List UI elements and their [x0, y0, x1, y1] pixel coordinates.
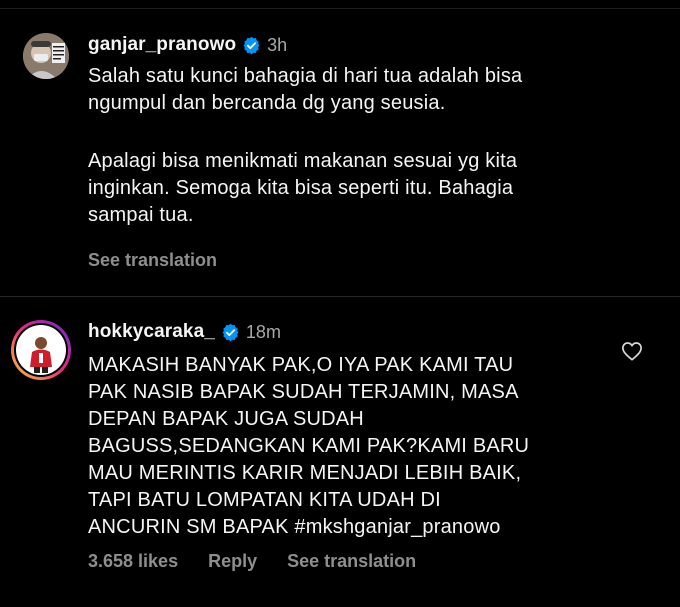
avatar-hokky[interactable] [10, 319, 72, 381]
likes-count[interactable]: 3.658 likes [88, 551, 178, 572]
comment-ganjar: ganjar_pranowo 3h Salah satu kunci bahag… [0, 0, 680, 296]
comment-line: TAPI BATU LOMPATAN KITA UDAH DI [88, 489, 441, 511]
comment-line: ngumpul dan bercanda dg yang seusia. [88, 92, 446, 114]
reply-button[interactable]: Reply [208, 551, 257, 572]
comment-hokky: hokkycaraka_ 18m MAKASIH BANYAK PAK,O IY… [0, 297, 680, 607]
comment-line: Apalagi bisa menikmati makanan sesuai yg… [88, 150, 518, 172]
comment-line: Salah satu kunci bahagia di hari tua ada… [88, 65, 523, 87]
comment-line: MAKASIH BANYAK PAK,O IYA PAK KAMI TAU [88, 354, 514, 376]
heart-outline-icon[interactable] [621, 341, 643, 361]
see-translation-button[interactable]: See translation [287, 551, 416, 572]
comment-text-hokky: MAKASIH BANYAK PAK,O IYA PAK KAMI TAU PA… [88, 352, 618, 541]
comment-actions: 3.658 likes Reply See translation [88, 551, 416, 572]
username-hokky[interactable]: hokkycaraka_ [88, 321, 215, 343]
comment-line: ANCURIN SM BAPAK #mkshganjar_pranowo [88, 516, 501, 538]
comment-line: sampai tua. [88, 204, 194, 226]
verified-badge-icon [242, 36, 261, 55]
avatar-ganjar[interactable] [23, 33, 69, 79]
comment-line: DEPAN BAPAK JUGA SUDAH [88, 408, 364, 430]
comment-line: BAGUSS,SEDANGKAN KAMI PAK?KAMI BARU [88, 435, 530, 457]
comment-time: 3h [267, 34, 288, 55]
username-ganjar[interactable]: ganjar_pranowo [88, 34, 236, 56]
comment-header: ganjar_pranowo 3h [88, 34, 287, 56]
comment-time: 18m [245, 321, 281, 342]
see-translation-button[interactable]: See translation [88, 250, 217, 271]
comment-line: MAU MERINTIS KARIR MENJADI LEBIH BAIK, [88, 462, 522, 484]
comment-text-ganjar: Salah satu kunci bahagia di hari tua ada… [88, 63, 648, 229]
comment-header: hokkycaraka_ 18m [88, 321, 281, 343]
verified-badge-icon [221, 323, 240, 342]
comment-line: PAK NASIB BAPAK SUDAH TERJAMIN, MASA [88, 381, 519, 403]
comment-line: inginkan. Semoga kita bisa seperti itu. … [88, 177, 514, 199]
